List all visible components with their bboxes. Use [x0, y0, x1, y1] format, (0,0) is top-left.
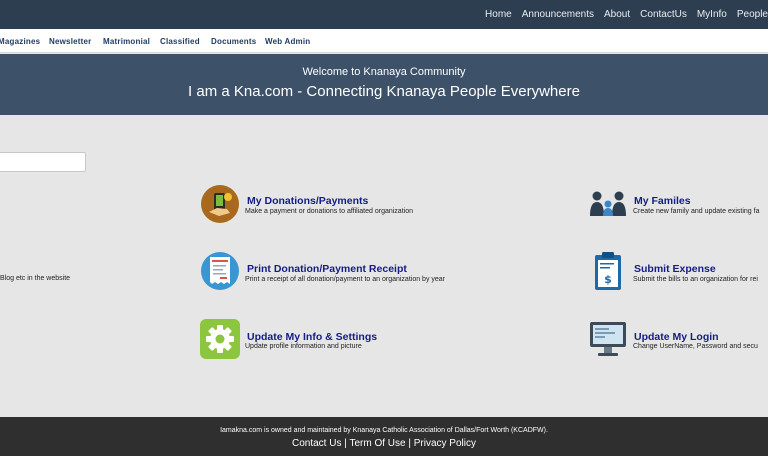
footer-separator: |	[344, 438, 347, 449]
tile-print-receipt[interactable]: Print Donation/Payment Receipt Print a r…	[200, 251, 520, 293]
nav-people[interactable]: People	[737, 9, 768, 20]
tile-description: Make a payment or donations to affiliate…	[245, 208, 413, 215]
tagline-text: I am a Kna.com - Connecting Knanaya Peop…	[188, 83, 580, 100]
nav-myinfo[interactable]: MyInfo	[697, 9, 727, 20]
sub-navbar: Magazines Newsletter Matrimonial Classif…	[0, 29, 768, 53]
tile-title[interactable]: Print Donation/Payment Receipt	[247, 263, 407, 275]
tile-description: Update profile information and picture	[245, 343, 362, 350]
footer-privacy-link[interactable]: Privacy Policy	[414, 438, 476, 449]
tile-title[interactable]: Update My Login	[634, 331, 719, 343]
subnav-classified[interactable]: Classified	[160, 37, 200, 46]
tile-description: Submit the bills to an organization for …	[633, 276, 758, 283]
nav-home[interactable]: Home	[485, 9, 512, 20]
welcome-text: Welcome to Knanaya Community	[302, 66, 466, 78]
tile-my-families[interactable]: My Familes Create new family and update …	[588, 190, 768, 226]
footer-owner-text: Iamakna.com is owned and maintained by K…	[220, 427, 548, 434]
tile-description: Print a receipt of all donation/payment …	[245, 276, 446, 283]
left-partial-text: Blog etc in the website	[0, 275, 71, 282]
subnav-magazines[interactable]: Magazines	[0, 37, 40, 46]
expense-icon: $	[593, 251, 623, 291]
family-icon	[588, 190, 628, 218]
tile-update-info-settings[interactable]: Update My Info & Settings Update profile…	[200, 319, 520, 361]
tile-submit-expense[interactable]: $ Submit Expense Submit the bills to an …	[593, 251, 768, 293]
gear-icon	[200, 319, 240, 359]
tile-description: Change UserName, Password and secu	[633, 343, 758, 350]
receipt-icon	[200, 251, 240, 291]
top-navbar: Home Announcements About ContactUs MyInf…	[0, 0, 768, 29]
welcome-banner: Welcome to Knanaya Community I am a Kna.…	[0, 54, 768, 115]
tile-title[interactable]: Submit Expense	[634, 263, 716, 275]
hand-coin-icon	[200, 184, 240, 224]
nav-contactus[interactable]: ContactUs	[640, 9, 687, 20]
subnav-matrimonial[interactable]: Matrimonial	[103, 37, 150, 46]
footer-contact-link[interactable]: Contact Us	[292, 438, 341, 449]
tile-title[interactable]: My Familes	[634, 195, 691, 207]
tile-title[interactable]: My Donations/Payments	[247, 195, 368, 207]
footer-separator: |	[408, 438, 411, 449]
top-nav-menu: Home Announcements About ContactUs MyInf…	[485, 0, 768, 29]
search-input[interactable]	[0, 152, 86, 172]
nav-announcements[interactable]: Announcements	[522, 9, 594, 20]
footer: Iamakna.com is owned and maintained by K…	[0, 417, 768, 456]
svg-text:$: $	[604, 273, 612, 286]
subnav-web-admin[interactable]: Web Admin	[265, 37, 310, 46]
footer-terms-link[interactable]: Term Of Use	[349, 438, 405, 449]
tile-title[interactable]: Update My Info & Settings	[247, 331, 377, 343]
footer-links: Contact Us | Term Of Use | Privacy Polic…	[0, 438, 768, 449]
nav-about[interactable]: About	[604, 9, 630, 20]
subnav-documents[interactable]: Documents	[211, 37, 256, 46]
tile-description: Create new family and update existing fa	[633, 208, 760, 215]
tile-update-login[interactable]: Update My Login Change UserName, Passwor…	[589, 320, 768, 362]
monitor-icon	[589, 320, 627, 360]
subnav-newsletter[interactable]: Newsletter	[49, 37, 91, 46]
tile-my-donations[interactable]: My Donations/Payments Make a payment or …	[200, 184, 520, 226]
